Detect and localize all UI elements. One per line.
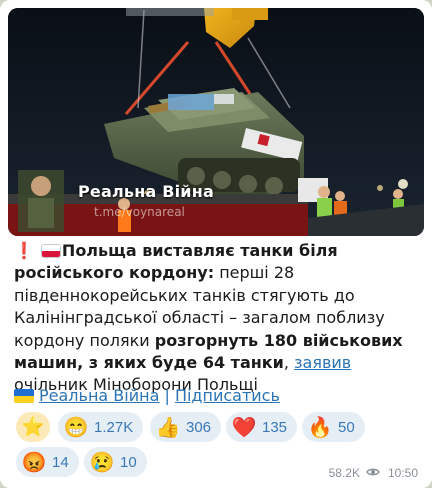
channel-post: Реальна Війна t.me/voynareal ❗ Польща вис… — [0, 0, 432, 488]
thumbs-up-icon: 👍 — [155, 416, 181, 439]
post-time: 10:50 — [387, 466, 418, 480]
watermark-url: t.me/voynareal — [94, 205, 185, 219]
exclamation-icon: ❗ — [14, 241, 34, 260]
source-link[interactable]: заявив — [294, 353, 351, 372]
reaction-angry[interactable]: 😡 14 — [16, 447, 79, 477]
message-text: ❗ Польща виставляє танки біля російського… — [14, 240, 422, 397]
fire-icon: 🔥 — [307, 416, 333, 439]
view-count: 58.2K — [328, 466, 360, 480]
footer-separator: | — [159, 386, 175, 405]
poland-flag-icon — [41, 245, 60, 257]
subscribe-link[interactable]: Підписатись — [175, 386, 280, 405]
reaction-grinning[interactable]: 😁 1.27K — [58, 412, 144, 442]
star-icon: ⭐ — [21, 417, 45, 438]
post-photo[interactable]: Реальна Війна t.me/voynareal — [8, 8, 424, 236]
channel-link[interactable]: Реальна Війна — [39, 386, 159, 405]
angry-face-icon: 😡 — [21, 451, 47, 474]
post-meta: 58.2K 10:50 — [329, 466, 418, 480]
ukraine-flag-icon — [14, 389, 34, 403]
reaction-crying[interactable]: 😢 10 — [84, 447, 147, 477]
reaction-fire[interactable]: 🔥 50 — [302, 412, 365, 442]
reaction-count: 50 — [338, 418, 355, 436]
reaction-red-heart[interactable]: ❤️ 135 — [226, 412, 298, 442]
reaction-count: 1.27K — [94, 418, 134, 436]
crying-face-icon: 😢 — [89, 451, 115, 474]
reaction-count: 10 — [120, 453, 137, 471]
watermark-title: Реальна Війна — [78, 182, 214, 201]
eye-icon — [366, 466, 380, 480]
grinning-face-icon: 😁 — [63, 416, 89, 439]
star-reaction-button[interactable]: ⭐ — [16, 412, 50, 442]
red-heart-icon: ❤️ — [231, 416, 257, 439]
reaction-count: 306 — [186, 418, 212, 436]
message-body-3: , — [283, 353, 295, 373]
post-footer: Реальна Війна | Підписатись — [14, 386, 280, 405]
reaction-thumbs-up[interactable]: 👍 306 — [150, 412, 222, 442]
reaction-count: 14 — [52, 453, 69, 471]
tank-photo — [8, 8, 424, 236]
reaction-count: 135 — [262, 418, 288, 436]
